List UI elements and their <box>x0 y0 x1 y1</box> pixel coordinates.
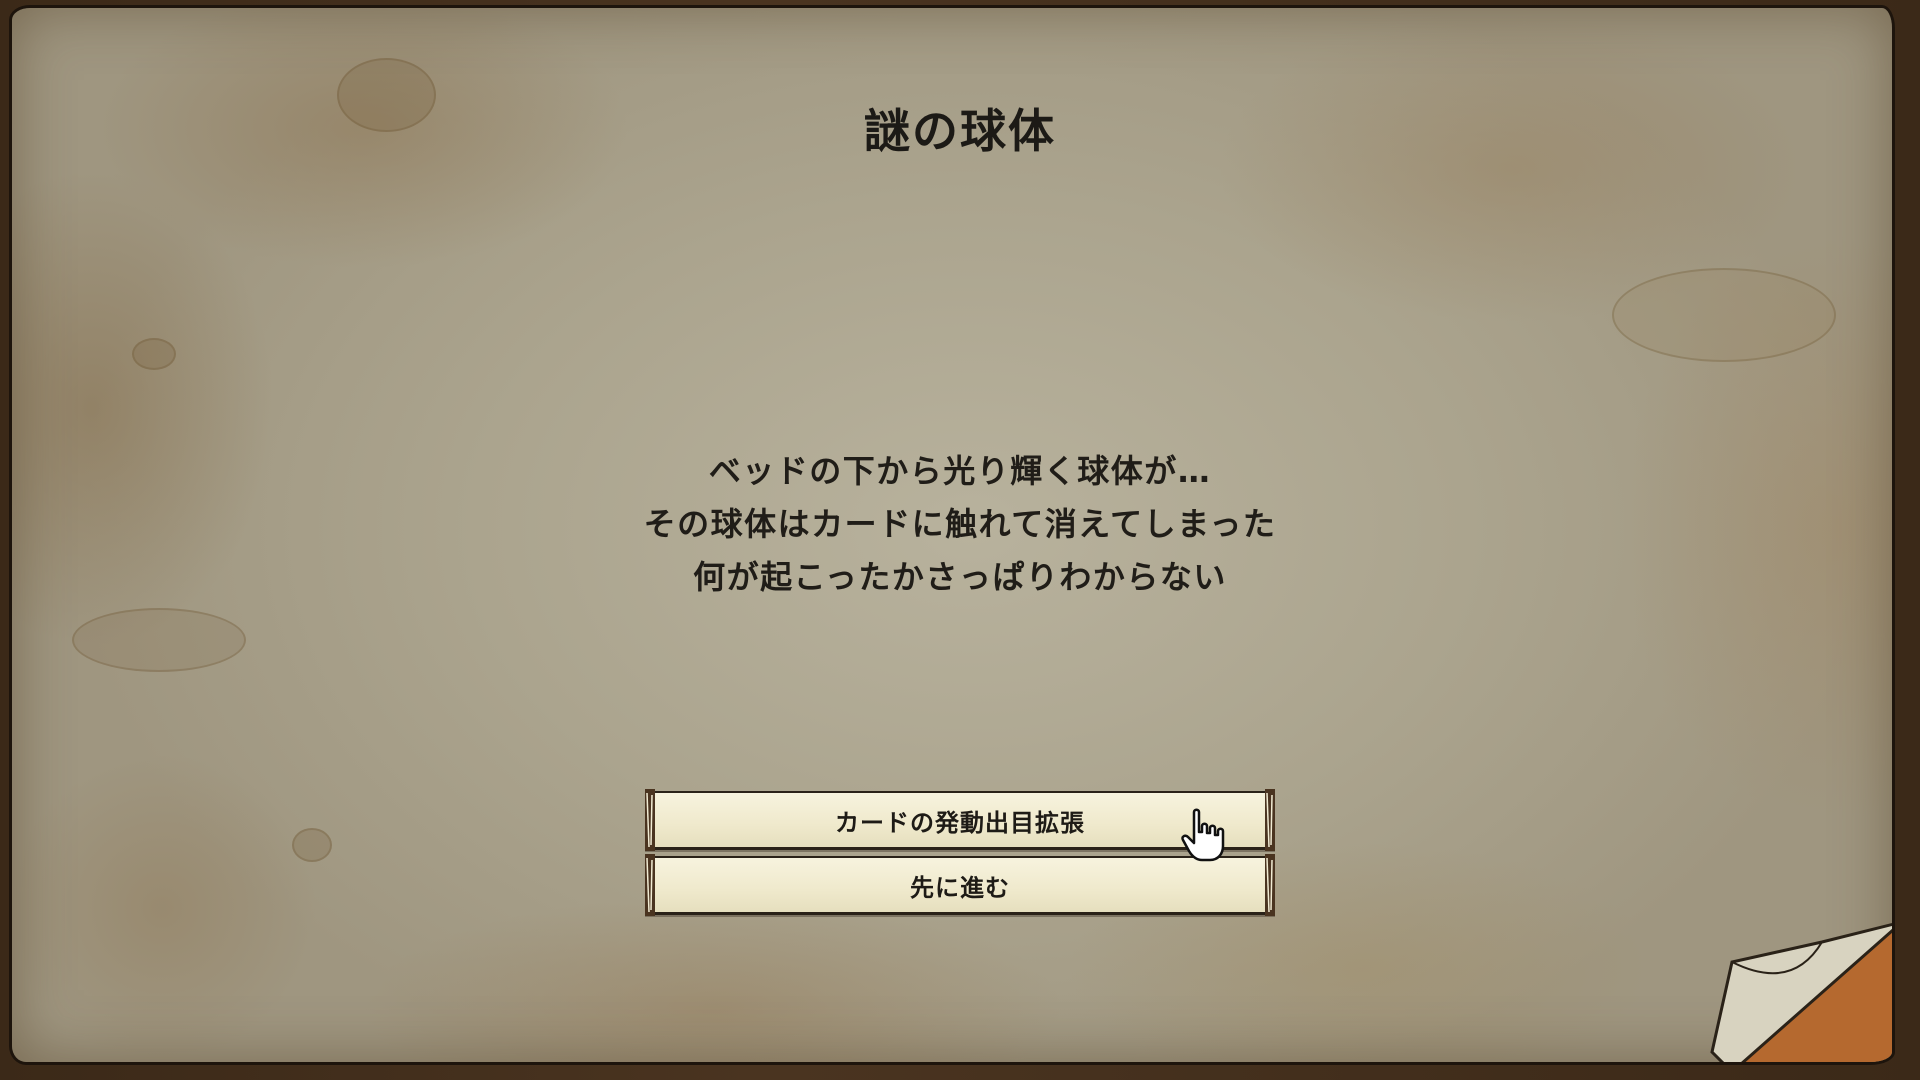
message-line: 何が起こったかさっぱりわからない <box>693 558 1227 596</box>
page-curl-icon <box>1710 922 1892 1062</box>
message-line: その球体はカードに触れて消えてしまった <box>643 505 1277 543</box>
scroll-edge-icon <box>1265 789 1275 851</box>
scroll-edge-icon <box>1265 854 1275 916</box>
choice-label: カードの発動出目拡張 <box>835 808 1085 837</box>
event-message: ベッドの下から光り輝く球体が… その球体はカードに触れて消えてしまった 何が起こ… <box>0 445 1920 604</box>
scroll-edge-icon <box>645 854 655 916</box>
pointing-hand-icon <box>1181 808 1225 862</box>
decorative-stain <box>292 828 332 862</box>
choice-button-proceed[interactable]: 先に進む <box>645 854 1275 916</box>
game-screen: 謎の球体 ベッドの下から光り輝く球体が… その球体はカードに触れて消えてしまった… <box>0 0 1920 1080</box>
decorative-stain <box>72 608 246 672</box>
message-line: ベッドの下から光り輝く球体が… <box>708 452 1212 490</box>
choice-label: 先に進む <box>910 873 1010 902</box>
decorative-stain <box>1612 268 1836 362</box>
event-title: 謎の球体 <box>864 104 1056 158</box>
decorative-stain <box>132 338 176 370</box>
scroll-edge-icon <box>645 789 655 851</box>
